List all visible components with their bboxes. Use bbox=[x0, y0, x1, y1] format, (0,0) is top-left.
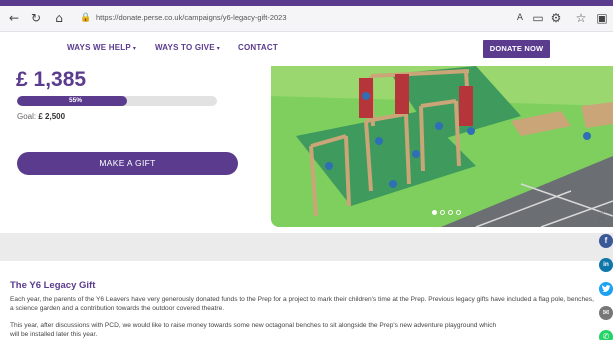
linkedin-icon[interactable]: in bbox=[599, 258, 613, 272]
progress-label: 55% bbox=[68, 97, 82, 104]
refresh-icon[interactable]: ↻ bbox=[28, 10, 44, 26]
twitter-icon[interactable] bbox=[599, 282, 613, 296]
collections-icon[interactable]: ▣ bbox=[594, 10, 610, 26]
home-icon[interactable]: ⌂ bbox=[51, 10, 67, 26]
extensions-icon[interactable]: ⚙ bbox=[548, 10, 564, 26]
goal-text: Goal: £ 2,500 bbox=[17, 112, 66, 121]
chevron-down-icon: ▾ bbox=[132, 45, 137, 52]
browser-toolbar: ← ↻ ⌂ 🔒 https://donate.perse.co.uk/campa… bbox=[0, 6, 613, 32]
share-label: Shar bbox=[599, 209, 611, 215]
article-paragraph-1: Each year, the parents of the Y6 Leavers… bbox=[10, 296, 594, 312]
section-divider-band bbox=[0, 233, 613, 261]
progress-bar: 55% bbox=[17, 96, 217, 106]
facebook-icon[interactable]: f bbox=[599, 234, 613, 248]
carousel-dot[interactable] bbox=[448, 210, 453, 215]
back-icon[interactable]: ← bbox=[6, 10, 22, 26]
share-label-on: on bbox=[599, 216, 606, 222]
whatsapp-icon[interactable]: ✆ bbox=[599, 330, 613, 340]
address-bar[interactable]: 🔒 https://donate.perse.co.uk/campaigns/y… bbox=[80, 10, 540, 28]
share-sidebar: Shar on f in ✉ ✆ bbox=[596, 207, 613, 340]
article-paragraph-2-line-1: This year, after discussions with PCD, w… bbox=[10, 322, 497, 329]
carousel-dot[interactable] bbox=[456, 210, 461, 215]
donate-now-button[interactable]: DONATE NOW bbox=[483, 40, 550, 58]
nav-ways-we-help[interactable]: WAYS WE HELP ▾ bbox=[67, 43, 136, 52]
url-text[interactable]: https://donate.perse.co.uk/campaigns/y6-… bbox=[96, 13, 287, 22]
nav-ways-to-give[interactable]: WAYS TO GIVE ▾ bbox=[155, 43, 220, 52]
carousel-dots bbox=[432, 210, 466, 216]
nav-contact[interactable]: CONTACT bbox=[238, 43, 278, 52]
lock-icon: 🔒 bbox=[80, 13, 92, 23]
reader-view-icon[interactable]: ▭ bbox=[530, 10, 546, 26]
email-icon[interactable]: ✉ bbox=[599, 306, 613, 320]
carousel-dot[interactable] bbox=[432, 210, 437, 215]
article-paragraph-2-line-2: will be installed later this year. bbox=[10, 331, 98, 338]
favorites-icon[interactable]: ☆ bbox=[573, 10, 589, 26]
amount-raised: £ 1,385 bbox=[16, 68, 87, 91]
make-a-gift-button[interactable]: MAKE A GIFT bbox=[17, 152, 238, 175]
goal-value: £ 2,500 bbox=[38, 112, 66, 121]
carousel-dot[interactable] bbox=[440, 210, 445, 215]
chevron-down-icon: ▾ bbox=[216, 45, 220, 52]
read-aloud-icon[interactable]: A bbox=[512, 10, 528, 26]
article-title: The Y6 Legacy Gift bbox=[10, 280, 96, 291]
hero-image-playground bbox=[271, 66, 613, 227]
